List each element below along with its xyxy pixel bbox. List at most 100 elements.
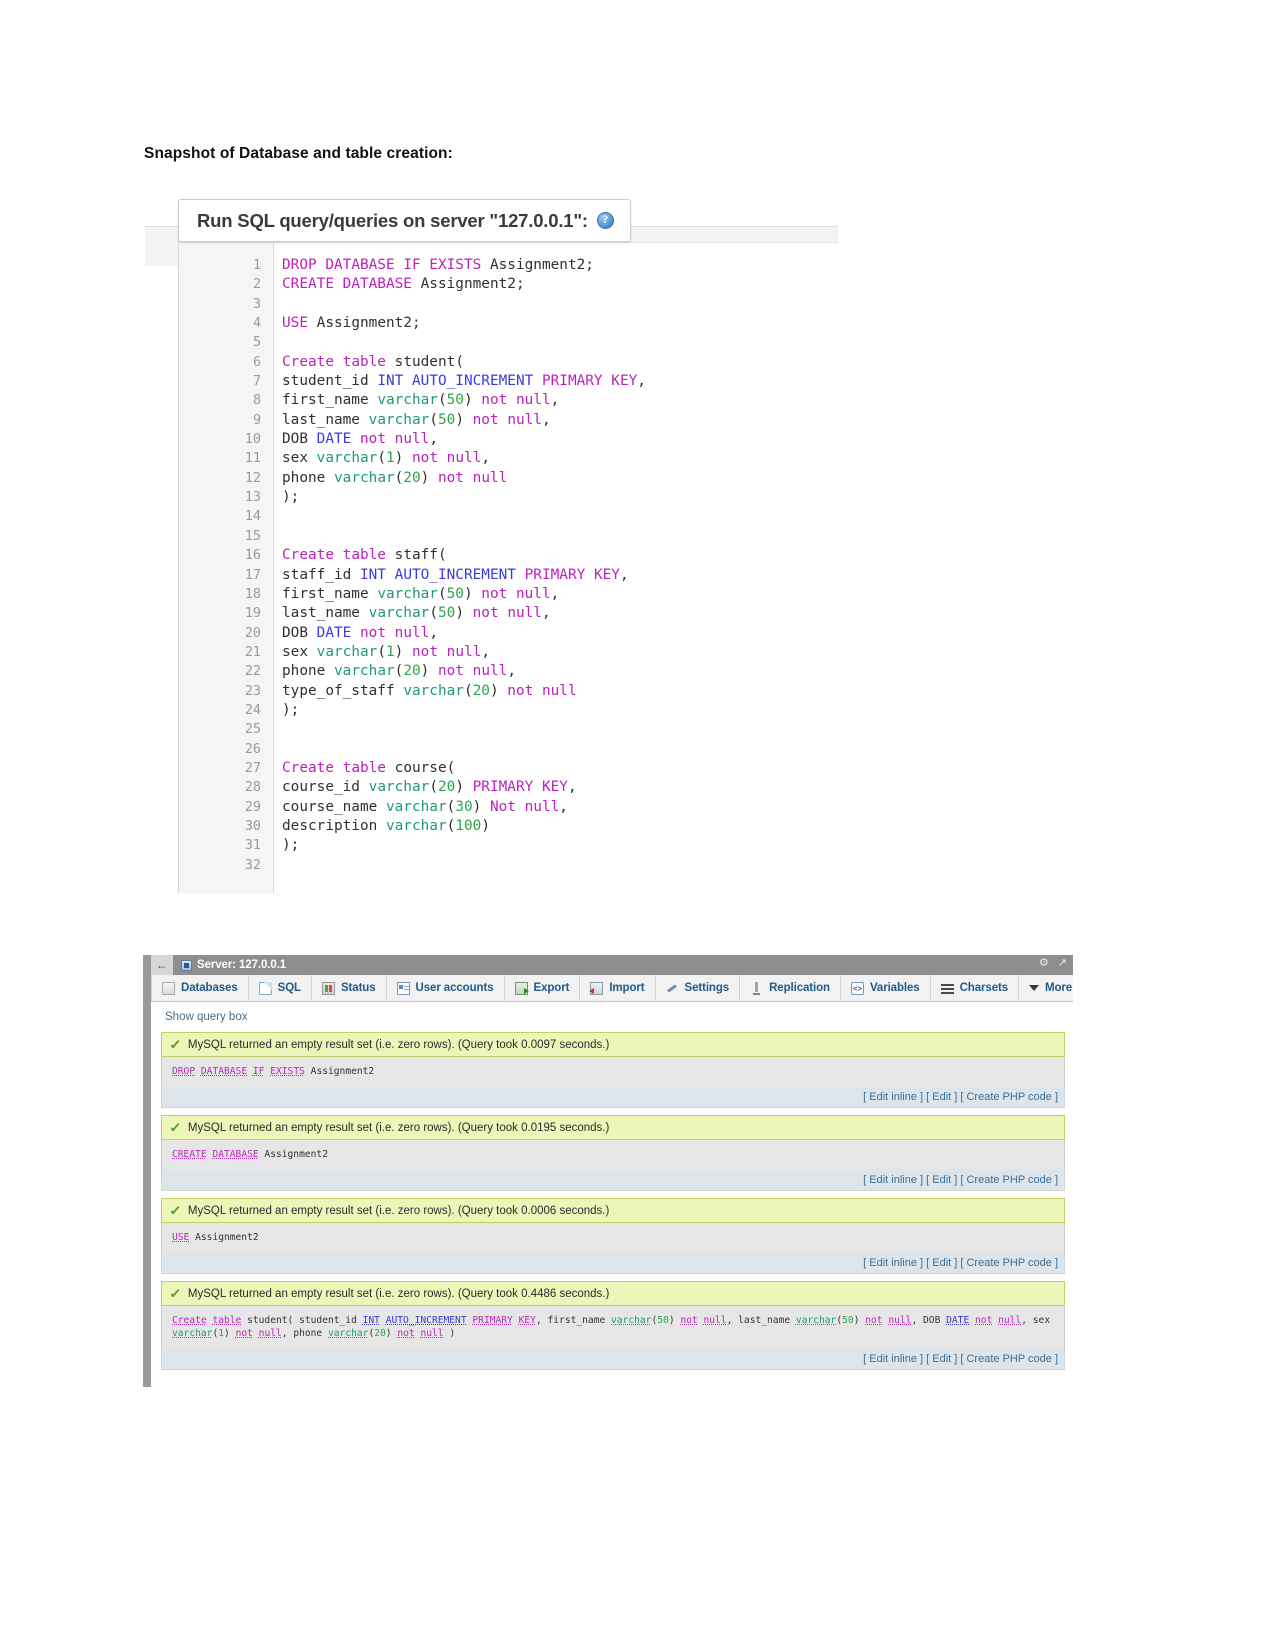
line-number: 26 [244, 741, 261, 757]
server-name: Server: 127.0.0.1 [197, 959, 287, 971]
line-number: 23 [244, 683, 261, 699]
line-number: 1 [252, 258, 261, 273]
main-tab-navigation[interactable]: Databases SQL Status User accounts Export Imp… [151, 975, 1073, 1002]
tab-label: Charsets [959, 982, 1009, 994]
code-line: 29 course_name varchar(30) Not null, [179, 798, 838, 817]
tab-sql[interactable]: SQL [249, 975, 312, 1001]
query-result-block: ✓ MySQL returned an empty result set (i.e… [161, 1198, 1065, 1274]
executed-query: USE Assignment2 [161, 1223, 1065, 1253]
edit-inline-link[interactable]: [ Edit inline ] [863, 1257, 923, 1269]
create-php-code-link[interactable]: [ Create PHP code ] [960, 1353, 1058, 1365]
code-line: 9 last_name varchar(50) not null, [179, 411, 838, 430]
line-number: 27 [244, 760, 261, 776]
success-text: MySQL returned an empty result set (i.e.… [187, 1121, 610, 1134]
tab-charsets[interactable]: Charsets [931, 975, 1020, 1001]
tab-export[interactable]: Export [505, 975, 581, 1001]
edit-link[interactable]: [ Edit ] [926, 1174, 957, 1186]
import-icon [589, 981, 604, 995]
back-button[interactable]: ← [151, 955, 173, 975]
code-line: 7 student_id INT AUTO_INCREMENT PRIMARY K… [179, 372, 838, 391]
tab-more[interactable]: More [1019, 975, 1082, 1001]
line-number: 8 [252, 393, 261, 409]
line-content: Create table course( [282, 759, 456, 776]
code-line: 12 phone varchar(20) not null [179, 469, 838, 488]
success-message: ✓ MySQL returned an empty result set (i.e… [161, 1032, 1065, 1057]
result-actions: [ Edit inline ] [ Edit ] [ Create PHP co… [161, 1087, 1065, 1108]
line-number: 28 [244, 780, 261, 796]
line-content: ); [282, 837, 300, 854]
edit-link[interactable]: [ Edit ] [926, 1353, 957, 1365]
check-icon: ✓ [169, 1286, 182, 1301]
tab-variables[interactable]: <> Variables [841, 975, 931, 1001]
code-line: 11 sex varchar(1) not null, [179, 449, 838, 468]
help-icon[interactable]: ? [596, 212, 614, 229]
line-number: 24 [244, 702, 261, 718]
tab-label: Status [340, 982, 376, 994]
line-content: CREATE DATABASE Assignment2; [282, 276, 525, 293]
line-content: USE Assignment2; [282, 315, 421, 332]
line-content: phone varchar(20) not null [282, 469, 508, 486]
line-number: 7 [252, 374, 261, 390]
status-icon [321, 981, 335, 995]
show-query-box-link[interactable]: Show query box [151, 1002, 1073, 1032]
line-content: last_name varchar(50) not null, [282, 411, 551, 428]
line-content: first_name varchar(50) not null, [282, 392, 560, 409]
line-content: phone varchar(20) not null, [282, 663, 516, 680]
edit-link[interactable]: [ Edit ] [926, 1257, 957, 1269]
export-icon [514, 981, 529, 995]
variables-icon: <> [850, 981, 864, 995]
charsets-icon [940, 982, 954, 995]
executed-query: Create table student( student_id INT AUT… [161, 1306, 1065, 1349]
create-php-code-link[interactable]: [ Create PHP code ] [960, 1091, 1058, 1103]
tab-label: More [1045, 982, 1073, 994]
line-number: 4 [252, 316, 261, 332]
create-php-code-link[interactable]: [ Create PHP code ] [960, 1174, 1058, 1186]
line-content: ); [282, 701, 300, 718]
code-line: 21 sex varchar(1) not null, [179, 643, 838, 662]
code-line: 14 [179, 507, 838, 526]
edit-inline-link[interactable]: [ Edit inline ] [863, 1353, 923, 1365]
tab-settings[interactable]: Settings [656, 975, 741, 1001]
collapse-icon[interactable]: ↗ [1058, 958, 1067, 969]
check-icon: ✓ [169, 1120, 182, 1135]
line-number: 30 [244, 818, 261, 834]
tab-label: Databases [181, 982, 238, 994]
line-content: first_name varchar(50) not null, [282, 585, 560, 602]
code-line: 5 [179, 333, 838, 352]
success-text: MySQL returned an empty result set (i.e.… [187, 1038, 610, 1051]
tab-import[interactable]: Import [580, 975, 656, 1001]
code-line: 18 first_name varchar(50) not null, [179, 585, 838, 604]
navigation-rail [143, 955, 151, 1387]
result-actions: [ Edit inline ] [ Edit ] [ Create PHP co… [161, 1253, 1065, 1274]
code-line: 20 DOB DATE not null, [179, 624, 838, 643]
code-line: 2 CREATE DATABASE Assignment2; [179, 275, 838, 294]
line-number: 20 [244, 625, 261, 641]
line-number: 14 [244, 509, 261, 525]
sql-editor-screenshot: Run SQL query/queries on server "127.0.0… [145, 196, 838, 893]
edit-link[interactable]: [ Edit ] [926, 1091, 957, 1103]
sql-code-editor[interactable]: 1 DROP DATABASE IF EXISTS Assignment2; 2 CR… [178, 242, 838, 893]
code-line: 24); [179, 701, 838, 720]
server-bar: ← Server: 127.0.0.1 ⚙ ↗ [151, 955, 1073, 975]
edit-inline-link[interactable]: [ Edit inline ] [863, 1091, 923, 1103]
line-number: 21 [244, 644, 261, 660]
line-content: description varchar(100) [282, 817, 490, 834]
tab-databases[interactable]: Databases [151, 975, 249, 1001]
server-bar-tools: ⚙ ↗ [1039, 958, 1067, 969]
code-line: 23 type_of_staff varchar(20) not null [179, 682, 838, 701]
gear-icon[interactable]: ⚙ [1039, 958, 1049, 969]
tab-user-accounts[interactable]: User accounts [387, 975, 505, 1001]
sql-code-area[interactable]: 1 DROP DATABASE IF EXISTS Assignment2; 2 CR… [179, 256, 838, 875]
edit-inline-link[interactable]: [ Edit inline ] [863, 1174, 923, 1186]
line-content: Create table student( [282, 353, 464, 370]
code-line: 27 Create table course( [179, 759, 838, 778]
tab-status[interactable]: Status [312, 975, 387, 1001]
tab-label: Replication [769, 982, 830, 994]
create-php-code-link[interactable]: [ Create PHP code ] [960, 1257, 1058, 1269]
server-label: Server: 127.0.0.1 [173, 959, 286, 971]
query-result-block: ✓ MySQL returned an empty result set (i.e… [161, 1032, 1065, 1108]
line-content: ); [282, 489, 300, 506]
tab-replication[interactable]: Replication [740, 975, 841, 1001]
phpmyadmin-screenshot: ← Server: 127.0.0.1 ⚙ ↗ Databases SQL Stat… [143, 955, 1073, 1387]
code-line: 31); [179, 836, 838, 855]
